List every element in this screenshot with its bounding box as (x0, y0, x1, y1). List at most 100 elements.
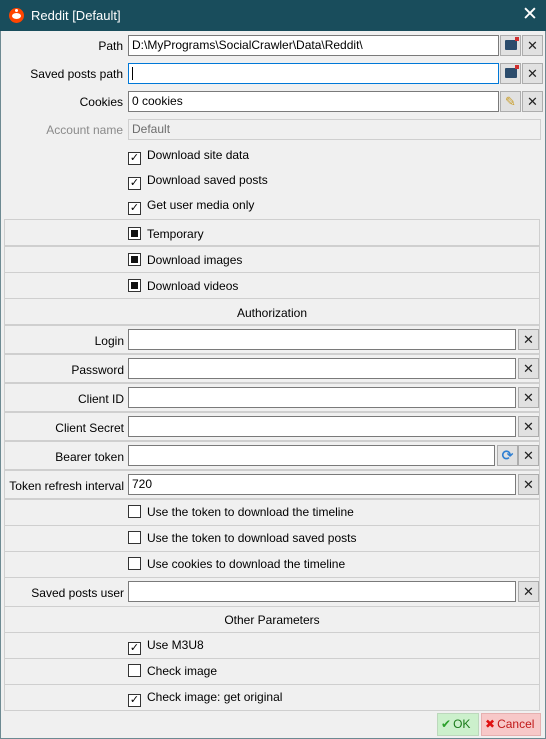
clear-saved-posts-user-button[interactable]: ✕ (518, 581, 539, 602)
check-image-original-checkbox[interactable]: ✓ Check image: get original (128, 690, 282, 707)
clear-path-button[interactable]: ✕ (522, 35, 543, 56)
token-refresh-input[interactable]: 720 (128, 474, 516, 495)
window-title: Reddit [Default] (31, 8, 121, 23)
use-m3u8-row (4, 632, 540, 659)
clear-cookies-button[interactable]: ✕ (522, 91, 543, 112)
checkbox-box (128, 505, 141, 518)
use-m3u8-checkbox[interactable]: ✓ Use M3U8 (128, 638, 204, 655)
clear-icon: ✕ (523, 361, 534, 376)
account-name-label: Account name (46, 123, 123, 137)
check-image-checkbox[interactable]: Check image (128, 664, 217, 678)
checkbox-box (128, 253, 141, 266)
checkbox-box (128, 227, 141, 240)
bearer-token-input[interactable] (128, 445, 495, 466)
clear-token-refresh-button[interactable]: ✕ (518, 474, 539, 495)
clear-client-secret-button[interactable]: ✕ (518, 416, 539, 437)
checkbox-box (128, 664, 141, 677)
clear-icon: ✕ (523, 390, 534, 405)
checkbox-label: Check image: get original (147, 690, 283, 704)
get-user-media-only-checkbox[interactable]: ✓ Get user media only (128, 198, 254, 215)
clear-icon: ✕ (527, 66, 538, 81)
download-videos-row (4, 272, 540, 299)
saved-posts-path-label: Saved posts path (30, 67, 123, 81)
text-caret (132, 67, 133, 81)
other-parameters-header: Other Parameters (224, 613, 320, 627)
title-bar: Reddit [Default] ✕ (0, 0, 546, 31)
checkbox-label: Use the token to download saved posts (147, 531, 357, 545)
checkbox-label: Check image (147, 664, 218, 678)
clear-password-button[interactable]: ✕ (518, 358, 539, 379)
clear-icon: ✕ (527, 94, 538, 109)
temporary-row (4, 219, 540, 246)
checkbox-label: Download images (147, 253, 243, 267)
checkbox-label: Temporary (147, 227, 204, 241)
checkbox-label: Download site data (147, 148, 250, 162)
account-name-input: Default (128, 119, 541, 140)
close-icon[interactable]: ✕ (514, 0, 546, 31)
saved-posts-user-input[interactable] (128, 581, 516, 602)
cancel-button[interactable]: ✖ Cancel (481, 713, 541, 736)
clear-bearer-token-button[interactable]: ✕ (518, 445, 539, 466)
client-secret-input[interactable] (128, 416, 516, 437)
pencil-icon: ✎ (505, 94, 516, 109)
client-id-label: Client ID (77, 392, 124, 406)
browse-folder-button[interactable] (500, 35, 521, 56)
login-label: Login (94, 334, 124, 348)
reddit-icon (9, 8, 24, 23)
refresh-icon: ⟳ (501, 447, 514, 463)
client-secret-label: Client Secret (55, 421, 124, 435)
refresh-token-button[interactable]: ⟳ (497, 445, 518, 466)
ok-label: OK (453, 717, 471, 731)
checkbox-label: Use M3U8 (147, 638, 204, 652)
checkbox-label: Use the token to download the timeline (147, 505, 354, 519)
clear-login-button[interactable]: ✕ (518, 329, 539, 350)
cookies-input[interactable]: 0 cookies (128, 91, 499, 112)
use-token-timeline-checkbox[interactable]: Use the token to download the timeline (128, 505, 354, 519)
path-input[interactable]: D:\MyPrograms\SocialCrawler\Data\Reddit\ (128, 35, 499, 56)
folder-icon (504, 65, 519, 78)
browse-saved-folder-button[interactable] (500, 63, 521, 84)
check-image-row (4, 658, 540, 685)
ok-button[interactable]: ✔ OK (437, 713, 479, 736)
saved-posts-path-input[interactable] (128, 63, 499, 84)
cancel-x-icon: ✖ (485, 717, 496, 731)
edit-cookies-button[interactable]: ✎ (500, 91, 521, 112)
checkbox-label: Download saved posts (147, 173, 268, 187)
checkbox-box: ✓ (128, 642, 141, 655)
checkbox-label: Use cookies to download the timeline (147, 557, 346, 571)
checkbox-box (128, 279, 141, 292)
cookies-label: Cookies (79, 95, 123, 109)
login-input[interactable] (128, 329, 516, 350)
authorization-header: Authorization (236, 306, 308, 320)
use-cookies-timeline-checkbox[interactable]: Use cookies to download the timeline (128, 557, 345, 571)
use-token-saved-posts-checkbox[interactable]: Use the token to download saved posts (128, 531, 356, 545)
download-saved-posts-checkbox[interactable]: ✓ Download saved posts (128, 173, 268, 190)
clear-client-id-button[interactable]: ✕ (518, 387, 539, 408)
ok-check-icon: ✔ (441, 717, 452, 731)
download-videos-checkbox[interactable]: Download videos (128, 279, 238, 293)
client-id-input[interactable] (128, 387, 516, 408)
clear-icon: ✕ (523, 477, 534, 492)
download-images-checkbox[interactable]: Download images (128, 253, 242, 267)
temporary-checkbox[interactable]: Temporary (128, 227, 204, 241)
clear-saved-path-button[interactable]: ✕ (522, 63, 543, 84)
saved-posts-user-label: Saved posts user (31, 586, 124, 600)
download-site-data-checkbox[interactable]: ✓ Download site data (128, 148, 249, 165)
clear-icon: ✕ (523, 584, 534, 599)
token-refresh-label: Token refresh interval (9, 479, 124, 493)
clear-icon: ✕ (523, 419, 534, 434)
checkbox-box: ✓ (128, 152, 141, 165)
clear-icon: ✕ (527, 38, 538, 53)
password-input[interactable] (128, 358, 516, 379)
path-label: Path (98, 39, 123, 53)
checkbox-label: Get user media only (147, 198, 255, 212)
folder-icon (504, 37, 519, 50)
checkbox-box: ✓ (128, 694, 141, 707)
clear-icon: ✕ (523, 332, 534, 347)
password-label: Password (71, 363, 124, 377)
bearer-token-label: Bearer token (55, 450, 124, 464)
checkbox-box: ✓ (128, 202, 141, 215)
cancel-label: Cancel (497, 717, 535, 731)
checkbox-box (128, 531, 141, 544)
checkbox-box (128, 557, 141, 570)
